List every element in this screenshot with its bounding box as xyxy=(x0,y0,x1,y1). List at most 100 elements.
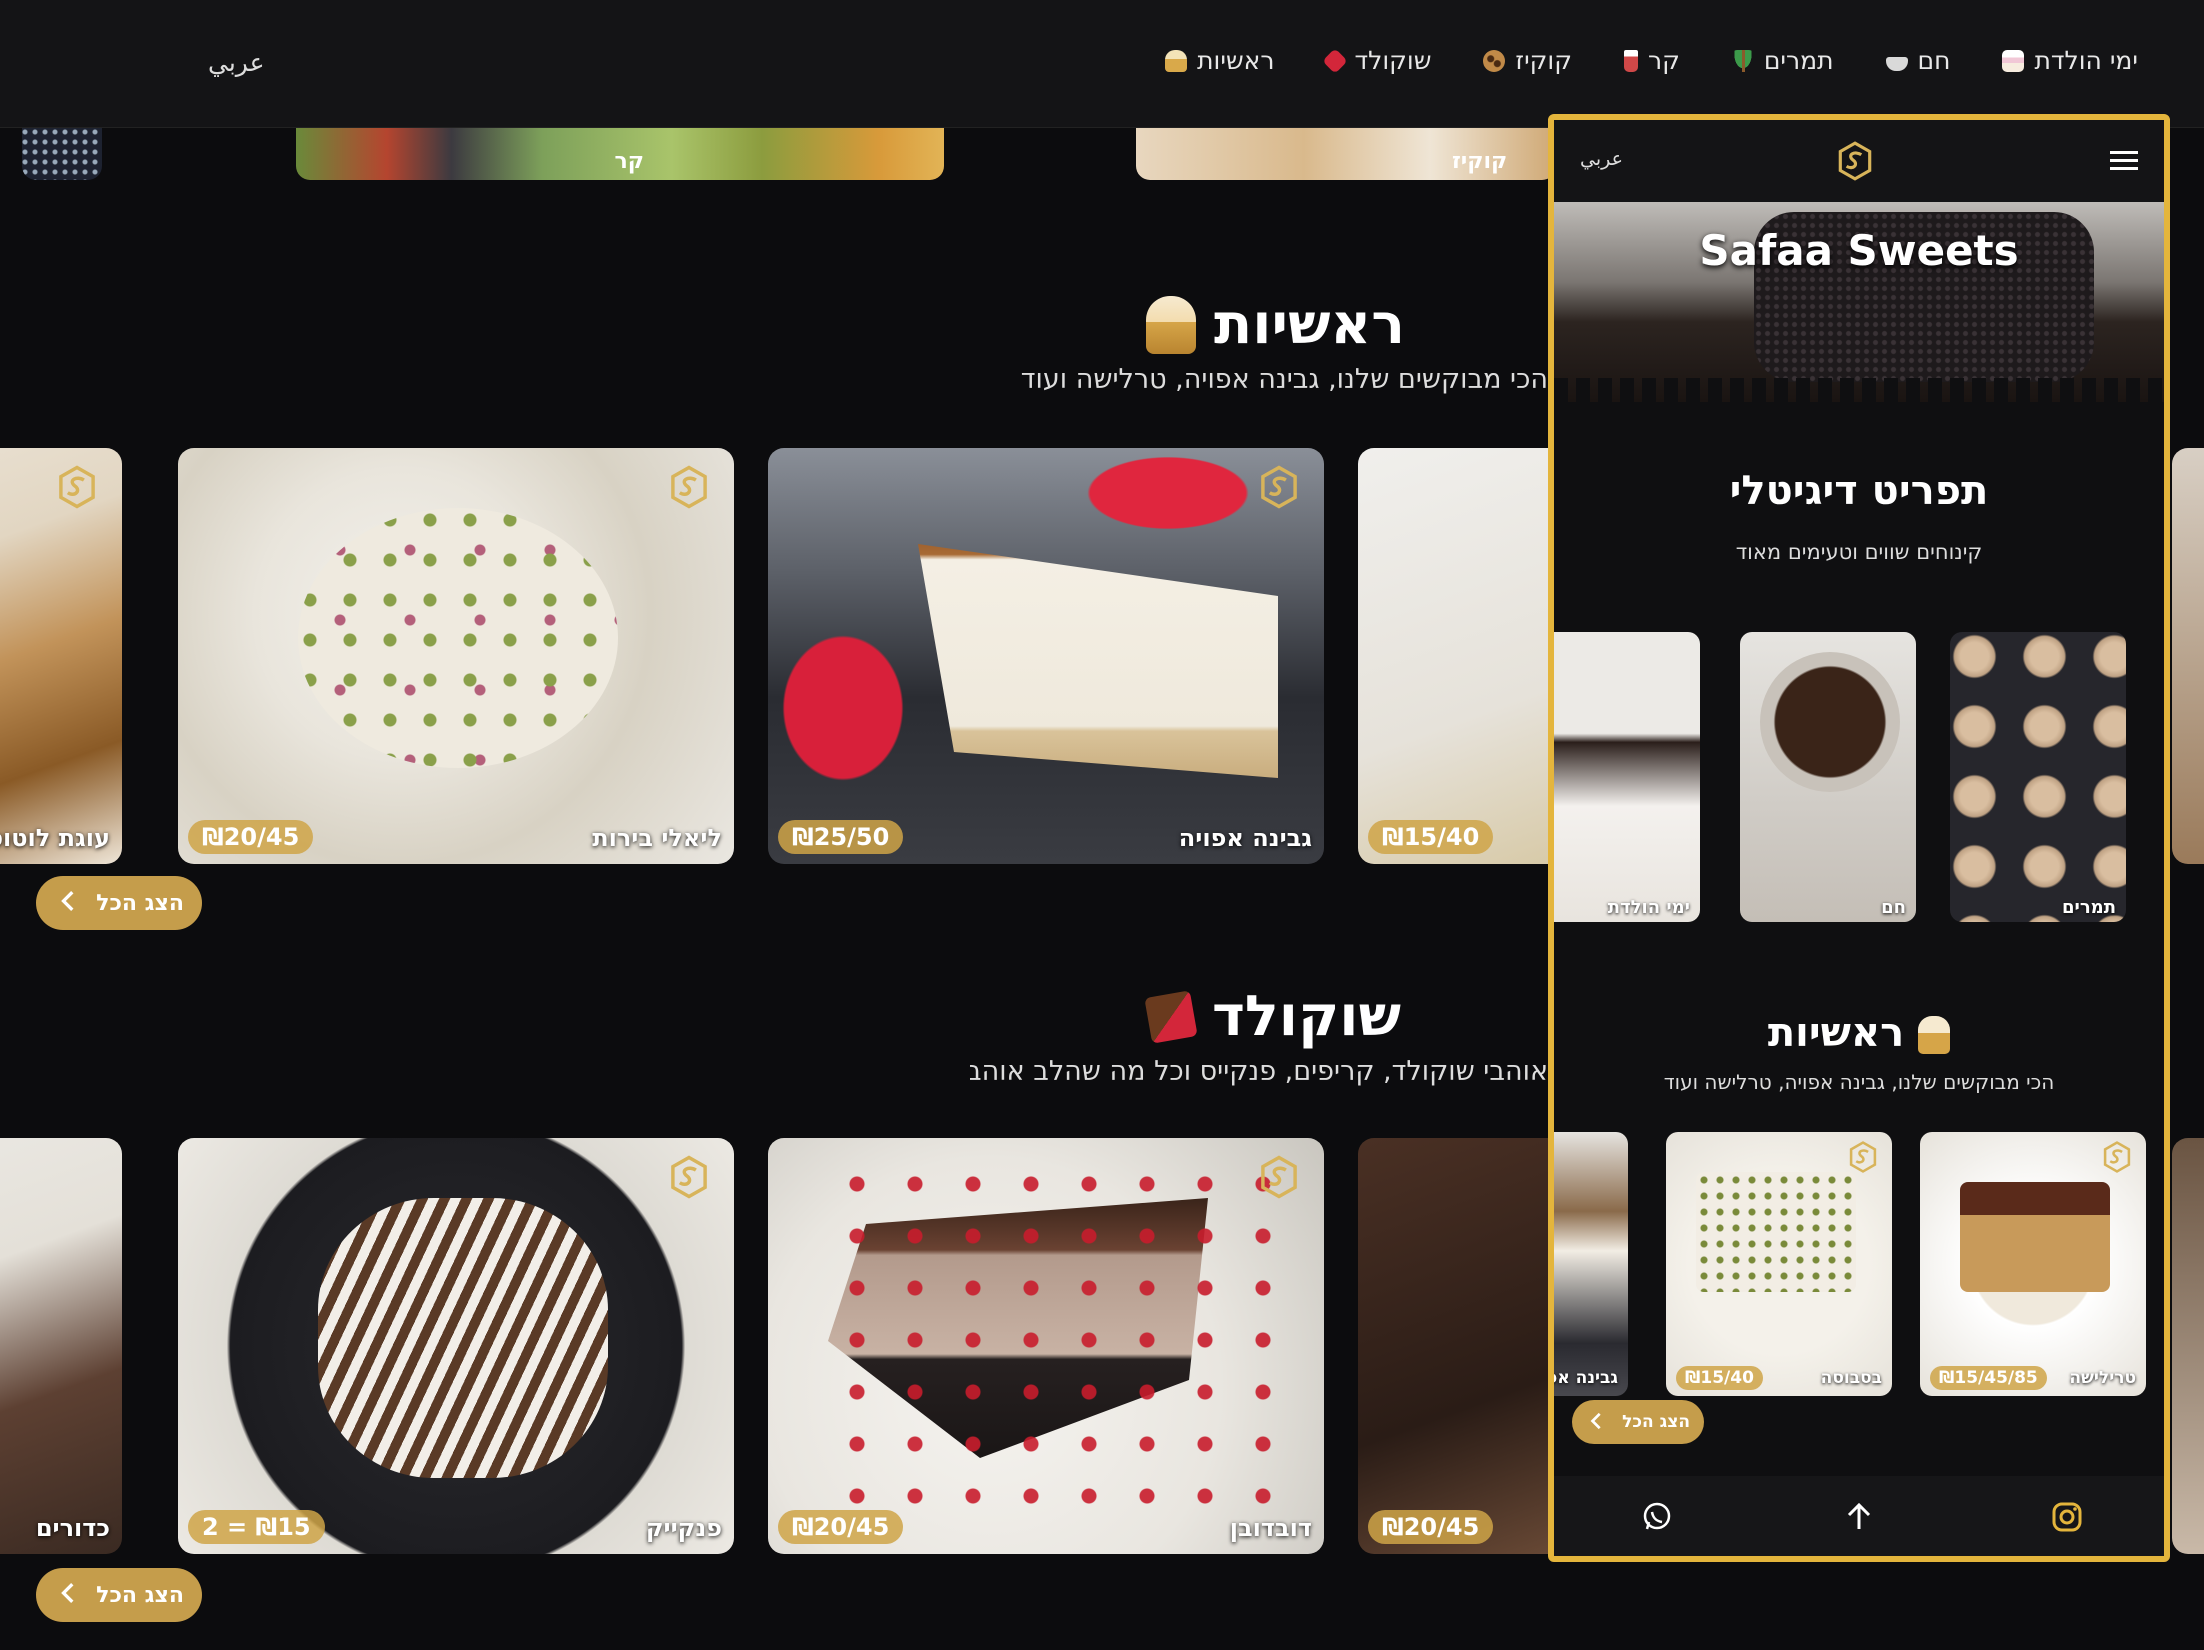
product-card[interactable]: ליאלי בירות ₪20/45 xyxy=(178,448,734,864)
brand-logo-icon xyxy=(671,1155,707,1199)
mobile-product-card[interactable]: בסבוסה ₪15/40 xyxy=(1666,1132,1892,1396)
show-all-label: הצג הכל xyxy=(96,1582,184,1608)
brand-logo-icon[interactable] xyxy=(1834,140,1876,182)
nav-link-label: חם xyxy=(1917,46,1951,75)
nav-link-dates[interactable]: תמרים xyxy=(1731,46,1834,75)
strip-label-cookies: קוקיז xyxy=(1452,149,1508,174)
product-image xyxy=(298,508,618,768)
mobile-category-card[interactable]: ימי הולדת xyxy=(1554,632,1700,922)
show-all-label: הצג הכל xyxy=(96,890,184,916)
product-name: דובדובן xyxy=(1229,1514,1312,1542)
show-all-button-chocolate[interactable]: הצג הכל xyxy=(36,1568,202,1622)
whatsapp-icon[interactable] xyxy=(1640,1500,1674,1534)
mobile-product-card[interactable]: גבינה אפ xyxy=(1548,1132,1628,1396)
brand-logo-icon xyxy=(1849,1141,1877,1173)
mobile-section-subtitle: הכי מבוקשים שלנו, גבינה אפויה, טרלישה וע… xyxy=(1663,1070,2055,1094)
brand-logo-icon xyxy=(2103,1141,2131,1173)
top-nav: عربي ראשיות שוקולד קוקיז קר תמרים חם ימי… xyxy=(0,0,2204,128)
birthday-cake-icon xyxy=(2002,49,2025,72)
language-switch[interactable]: عربي xyxy=(208,48,265,77)
product-price: ₪20/45 xyxy=(188,820,314,854)
mobile-product-name: גבינה אפ xyxy=(1548,1368,1618,1388)
chevron-left-icon xyxy=(61,891,74,911)
product-price: 2 = ₪15 xyxy=(188,1510,325,1544)
brand-logo-icon xyxy=(1261,1155,1297,1199)
chocolate-icon xyxy=(1322,47,1349,74)
mobile-preview-frame: عربي Safaa Sweets תפריט דיגיטלי קינוחים … xyxy=(1548,114,2170,1562)
product-price: ₪20/45 xyxy=(778,1510,904,1544)
mobile-category-label: תמרים xyxy=(2062,897,2116,918)
nav-link-hot[interactable]: חם xyxy=(1885,46,1951,75)
show-all-button-main[interactable]: הצג הכל xyxy=(36,876,202,930)
mobile-category-label: חם xyxy=(1881,897,1906,918)
hamburger-menu-icon[interactable] xyxy=(2110,150,2138,172)
mobile-menu-title: תפריט דיגיטלי xyxy=(1729,468,1989,514)
nav-link-label: ראשיות xyxy=(1197,46,1275,75)
product-card[interactable]: כדורים xyxy=(0,1138,122,1554)
mobile-category-label: ימי הולדת xyxy=(1607,897,1690,918)
mobile-product-name: טרילישה xyxy=(2069,1368,2136,1388)
mobile-category-card[interactable]: תמרים xyxy=(1950,632,2126,922)
mobile-section-title-text: ראשיות xyxy=(1767,1010,1905,1056)
mobile-language-switch[interactable]: عربي xyxy=(1580,148,1623,170)
mobile-category-card[interactable]: חם xyxy=(1740,632,1916,922)
hot-dessert-image xyxy=(1760,652,1900,792)
product-price: ₪15/40 xyxy=(1368,820,1494,854)
nav-link-birthdays[interactable]: ימי הולדת xyxy=(2002,46,2138,75)
cold-drink-icon xyxy=(1623,49,1638,72)
nav-link-label: שוקולד xyxy=(1354,46,1432,75)
strip-sprinkles[interactable] xyxy=(22,128,102,180)
product-name: ליאלי בירות xyxy=(592,824,722,852)
chevron-left-icon xyxy=(1590,1412,1601,1430)
section-title-text: שוקולד xyxy=(1212,984,1401,1049)
mobile-product-price: ₪15/40 xyxy=(1676,1366,1763,1390)
product-price: ₪20/45 xyxy=(1368,1510,1494,1544)
instagram-icon[interactable] xyxy=(2050,1500,2084,1534)
category-nav: ראשיות שוקולד קוקיז קר תמרים חם ימי הולד… xyxy=(1165,46,2138,75)
mobile-show-all-label: הצג הכל xyxy=(1622,1412,1690,1432)
nav-link-chocolate[interactable]: שוקולד xyxy=(1322,46,1432,75)
nav-link-label: תמרים xyxy=(1763,46,1834,75)
nav-link-cold[interactable]: קר xyxy=(1623,46,1680,75)
nav-link-label: קר xyxy=(1647,46,1680,75)
nav-link-main[interactable]: ראשיות xyxy=(1165,46,1274,75)
product-card[interactable]: דובדובן ₪20/45 xyxy=(768,1138,1324,1554)
product-image xyxy=(918,544,1278,778)
mobile-header: عربي xyxy=(1554,120,2164,202)
palm-tree-icon xyxy=(1731,49,1754,72)
cupcake-icon xyxy=(1918,1016,1951,1054)
mobile-product-card[interactable]: טרילישה ₪15/45/85 xyxy=(1920,1132,2146,1396)
product-card[interactable]: פנקייק 2 = ₪15 xyxy=(178,1138,734,1554)
mobile-show-all-button[interactable]: הצג הכל xyxy=(1572,1400,1704,1444)
product-name: גבינה אפויה xyxy=(1178,824,1312,852)
section-title-main: ראשיות xyxy=(1146,292,1405,357)
cupcake-icon xyxy=(1146,295,1196,354)
mobile-section-title: ראשיות xyxy=(1554,1010,2164,1056)
section-subtitle-main: הכי מבוקשים שלנו, גבינה אפויה, טרלישה וע… xyxy=(1020,364,1548,395)
product-image xyxy=(1960,1182,2110,1292)
brand-logo-icon xyxy=(59,465,95,509)
hot-drink-icon xyxy=(1885,56,1908,71)
strip-card-cold[interactable]: קר xyxy=(296,128,944,180)
cupcake-icon xyxy=(1165,49,1188,72)
mobile-hero-title: Safaa Sweets xyxy=(1699,226,2019,275)
arrow-up-icon[interactable] xyxy=(1842,1500,1876,1534)
strip-card-cookies[interactable]: קוקיז xyxy=(1136,128,1556,180)
nav-link-cookies[interactable]: קוקיז xyxy=(1483,46,1572,75)
chocolate-icon xyxy=(1144,989,1198,1044)
mobile-product-price: ₪15/45/85 xyxy=(1930,1366,2047,1390)
partial-card-right[interactable] xyxy=(2172,448,2204,864)
desktop-page: عربي ראשיות שוקולד קוקיז קר תמרים חם ימי… xyxy=(0,0,2204,1650)
product-card[interactable]: גבינה אפויה ₪25/50 xyxy=(768,448,1324,864)
mobile-menu-subtitle: קינוחים שווים וטעימים מאוד xyxy=(1735,540,1983,564)
product-image xyxy=(1696,1172,1856,1292)
berries-image xyxy=(828,1158,1288,1538)
mobile-product-name: בסבוסה xyxy=(1820,1368,1882,1388)
partial-card-right[interactable] xyxy=(2172,1138,2204,1554)
strip-label-cold: קר xyxy=(614,149,644,174)
cookie-icon xyxy=(1483,49,1506,72)
section-subtitle-chocolate: אוהבי שוקולד, קריפים, פנקייס וכל מה שהלב… xyxy=(970,1056,1548,1087)
product-image xyxy=(318,1198,608,1478)
strawberry-image xyxy=(768,618,918,798)
product-card[interactable]: עוגת לוטוס xyxy=(0,448,122,864)
